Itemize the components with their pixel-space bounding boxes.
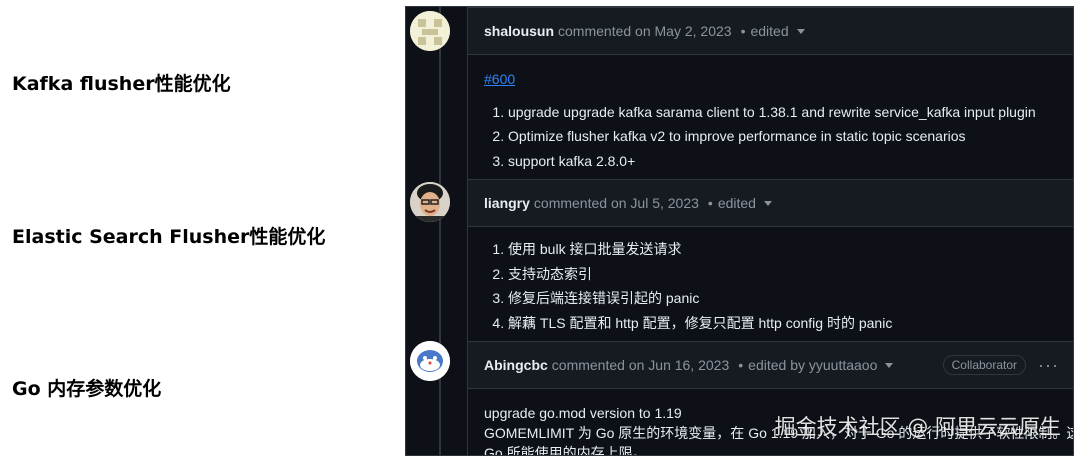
comment-box-1: shalousun commented on May 2, 2023 • edi… xyxy=(467,7,1073,179)
github-comments-panel: shalousun commented on May 2, 2023 • edi… xyxy=(405,6,1074,456)
separator-dot: • xyxy=(740,23,746,39)
separator-dot: • xyxy=(707,195,713,211)
list-item: 支持动态索引 xyxy=(508,262,1057,287)
comment-timestamp[interactable]: commented on Jun 16, 2023 xyxy=(552,357,729,373)
comment-header-1: shalousun commented on May 2, 2023 • edi… xyxy=(468,8,1073,55)
avatar-shalousun[interactable] xyxy=(410,11,450,51)
chevron-down-icon[interactable] xyxy=(763,200,772,206)
list-item: Optimize flusher kafka v2 to improve per… xyxy=(508,124,1057,149)
issue-link[interactable]: #600 xyxy=(484,67,515,92)
comment-header-2: liangry commented on Jul 5, 2023 • edite… xyxy=(468,180,1073,227)
edited-dropdown[interactable]: edited xyxy=(750,23,788,39)
comment-timestamp[interactable]: commented on May 2, 2023 xyxy=(558,23,732,39)
chevron-down-icon[interactable] xyxy=(796,28,805,34)
comment-box-2: liangry commented on Jul 5, 2023 • edite… xyxy=(467,179,1073,341)
list-item: upgrade upgrade kafka sarama client to 1… xyxy=(508,100,1057,125)
separator-dot: • xyxy=(738,357,744,373)
watermark: 掘金技术社区 @ 阿里云云原生 xyxy=(774,415,1061,439)
chevron-down-icon[interactable] xyxy=(885,362,894,368)
author-name[interactable]: liangry xyxy=(484,195,530,211)
change-list: upgrade upgrade kafka sarama client to 1… xyxy=(484,100,1057,174)
edited-dropdown[interactable]: edited xyxy=(718,195,756,211)
kebab-menu-icon[interactable]: ··· xyxy=(1038,355,1059,376)
comment-body-1: #600 upgrade upgrade kafka sarama client… xyxy=(468,55,1073,181)
elasticsearch-label: Elastic Search Flusher性能优化 xyxy=(12,226,326,248)
comment-timestamp[interactable]: commented on Jul 5, 2023 xyxy=(534,195,699,211)
comment-header-3: Abingcbc commented on Jun 16, 2023 • edi… xyxy=(468,342,1073,389)
change-list: 使用 bulk 接口批量发送请求 支持动态索引 修复后端连接错误引起的 pani… xyxy=(484,237,1057,335)
kafka-label: Kafka flusher性能优化 xyxy=(12,73,231,95)
comment-line: Go 所能使用的内存上限。 xyxy=(484,445,647,456)
author-name[interactable]: shalousun xyxy=(484,23,554,39)
author-name[interactable]: Abingcbc xyxy=(484,357,548,373)
avatar-abingcbc[interactable] xyxy=(410,341,450,381)
edited-dropdown[interactable]: edited by yyuuttaaoo xyxy=(748,357,877,373)
list-item: 修复后端连接错误引起的 panic xyxy=(508,286,1057,311)
go-memory-label: Go 内存参数优化 xyxy=(12,378,162,400)
list-item: 使用 bulk 接口批量发送请求 xyxy=(508,237,1057,262)
list-item: 解藕 TLS 配置和 http 配置，修复只配置 http config 时的 … xyxy=(508,311,1057,336)
avatar-liangry[interactable] xyxy=(410,182,450,222)
timeline-line xyxy=(439,7,441,455)
list-item: support kafka 2.8.0+ xyxy=(508,149,1057,174)
collaborator-badge: Collaborator xyxy=(942,355,1027,375)
comment-body-2: 使用 bulk 接口批量发送请求 支持动态索引 修复后端连接错误引起的 pani… xyxy=(468,227,1073,343)
